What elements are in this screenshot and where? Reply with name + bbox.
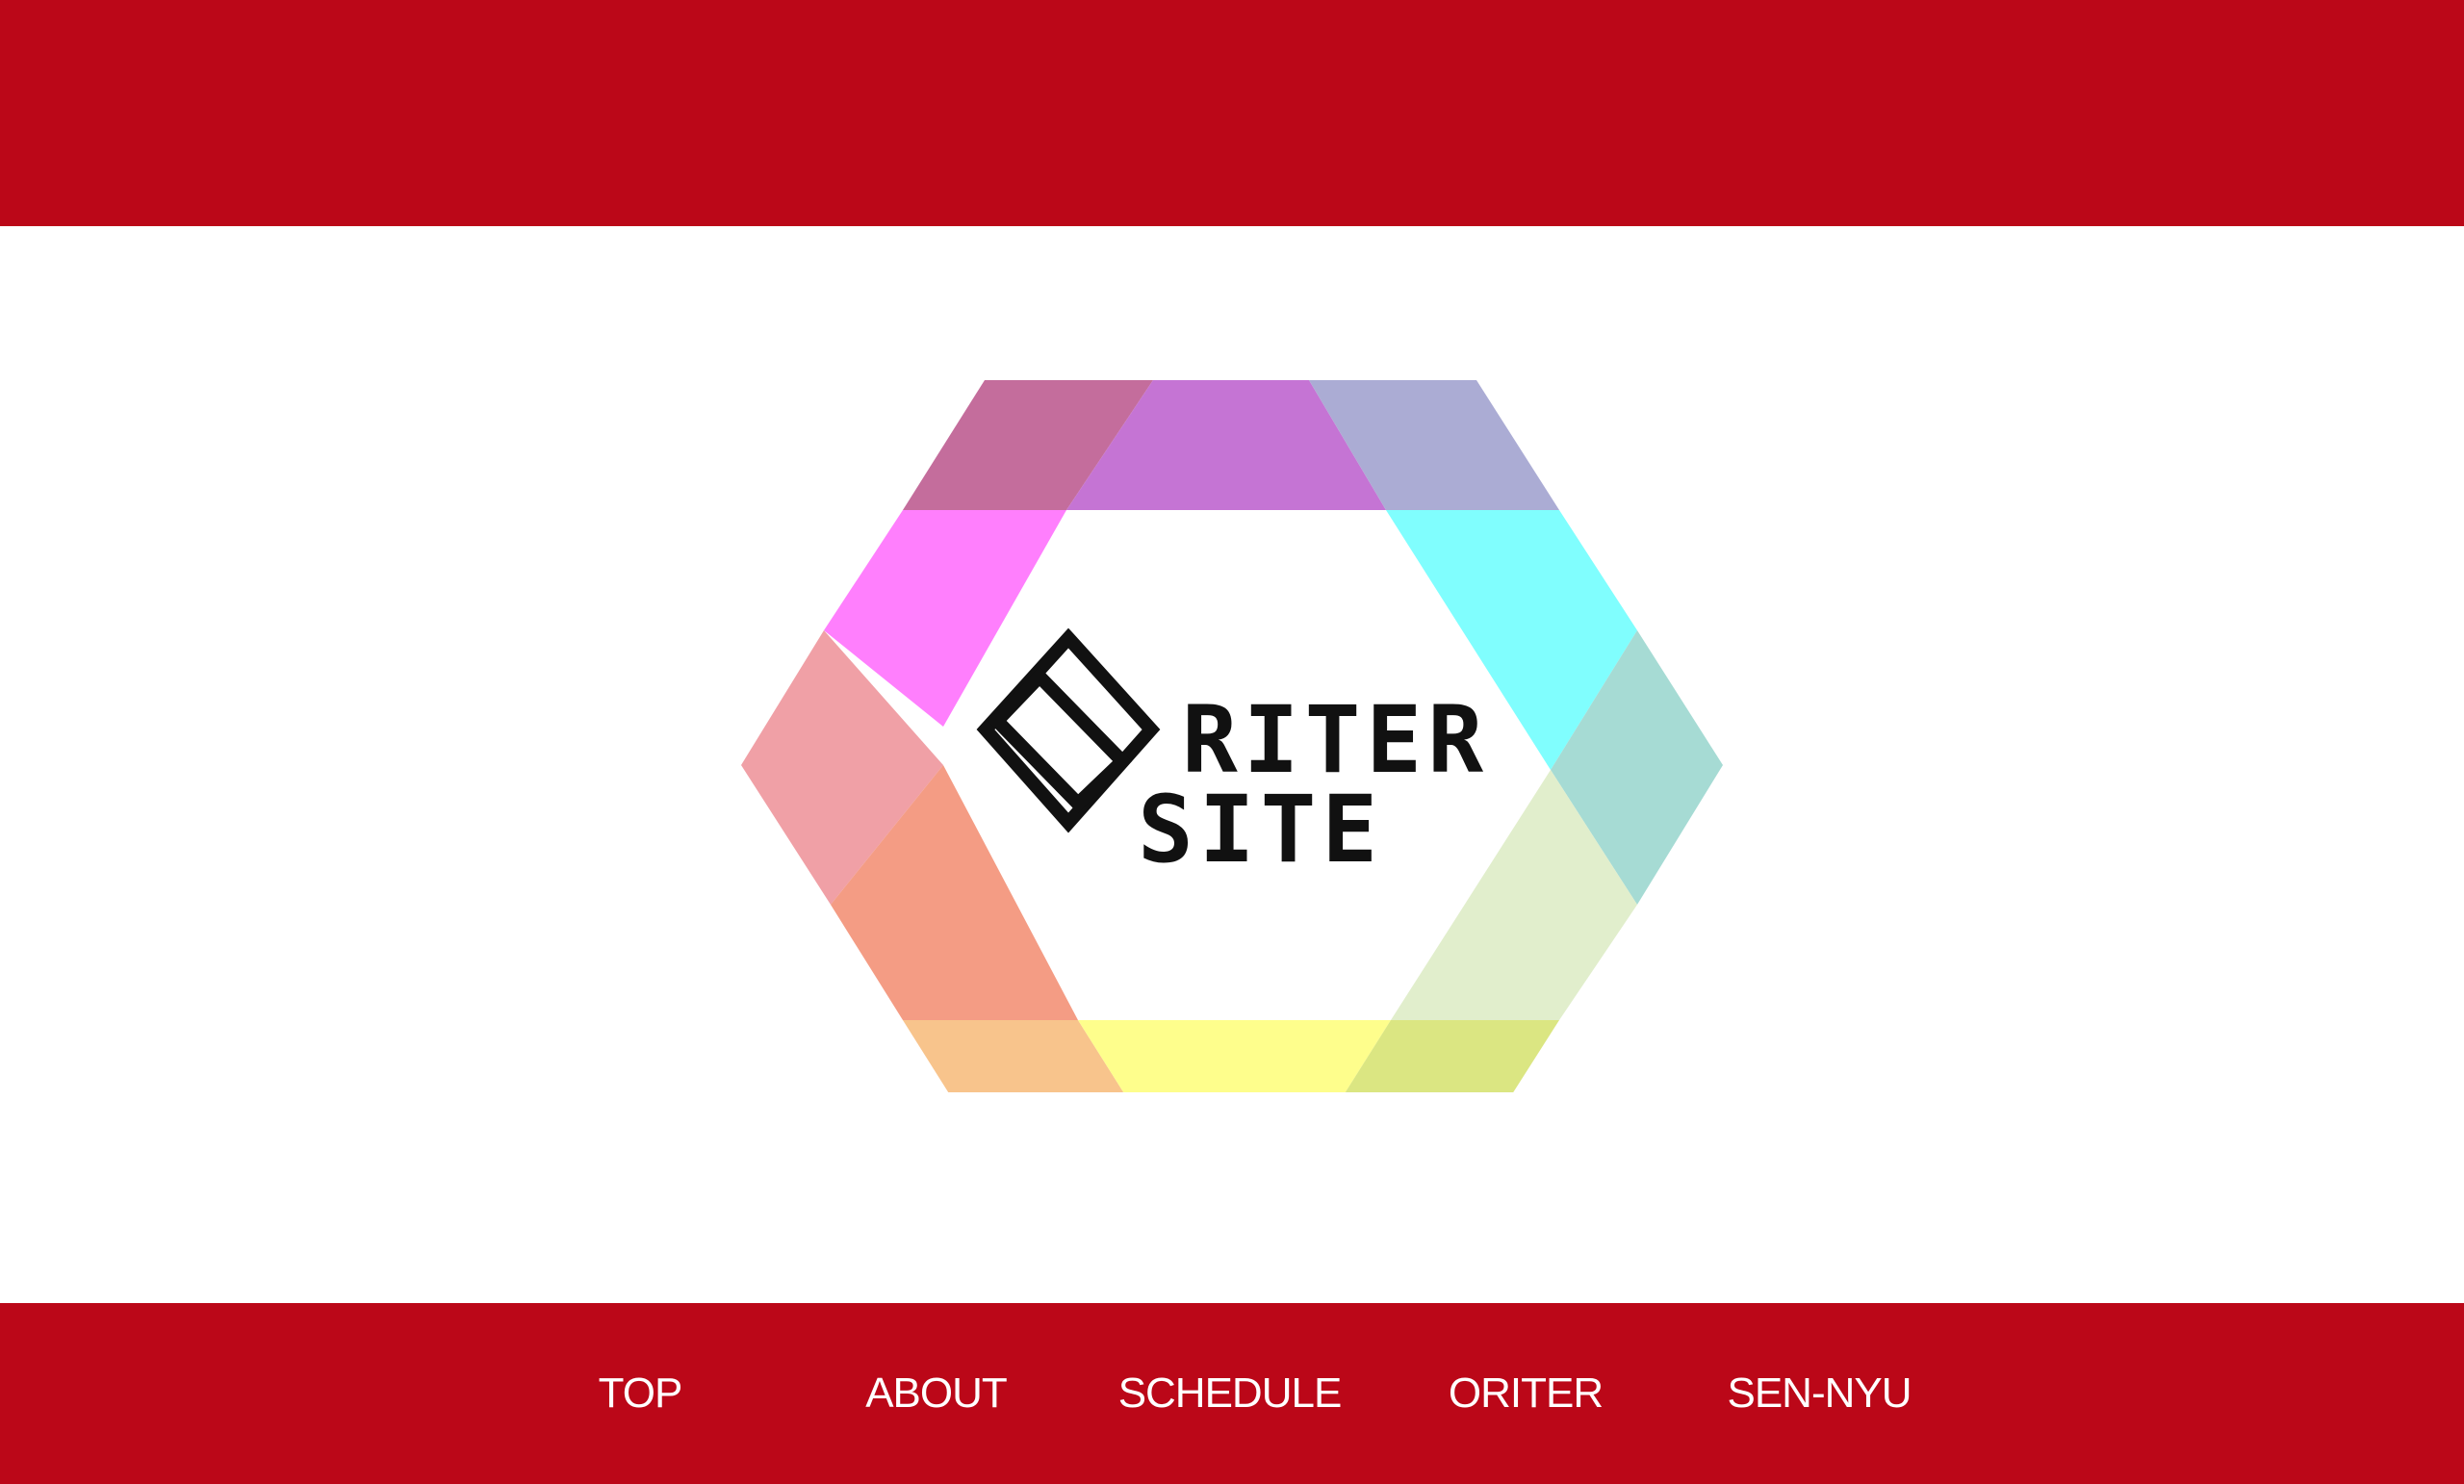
hexagon-logo-graphic: RITER SITE	[741, 380, 1723, 1092]
diamond-mark-icon	[976, 627, 1161, 833]
nav-item-top[interactable]: TOP	[578, 1365, 703, 1422]
nav-menu: TOP ABOUT SCHEDULE ORITER SEN-NYU	[0, 1303, 2464, 1484]
nav-item-oriter[interactable]: ORITER	[1434, 1365, 1617, 1422]
logo-wordmark: RITER SITE	[1138, 686, 1483, 883]
bottom-nav-bar: TOP ABOUT SCHEDULE ORITER SEN-NYU	[0, 1303, 2464, 1484]
page: RITER SITE TOP ABOUT SCHEDULE ORITER SEN…	[0, 0, 2464, 1484]
nav-item-about[interactable]: ABOUT	[847, 1365, 1025, 1422]
logo-line-2: SITE	[1138, 776, 1383, 883]
top-banner	[0, 0, 2464, 226]
site-logo[interactable]: RITER SITE	[732, 303, 1732, 1092]
nav-item-schedule[interactable]: SCHEDULE	[1116, 1365, 1343, 1422]
hero-section: RITER SITE	[0, 226, 2464, 1303]
hex-segment-bottom-center	[1078, 1020, 1391, 1092]
nav-item-sen-nyu[interactable]: SEN-NYU	[1723, 1365, 1915, 1422]
